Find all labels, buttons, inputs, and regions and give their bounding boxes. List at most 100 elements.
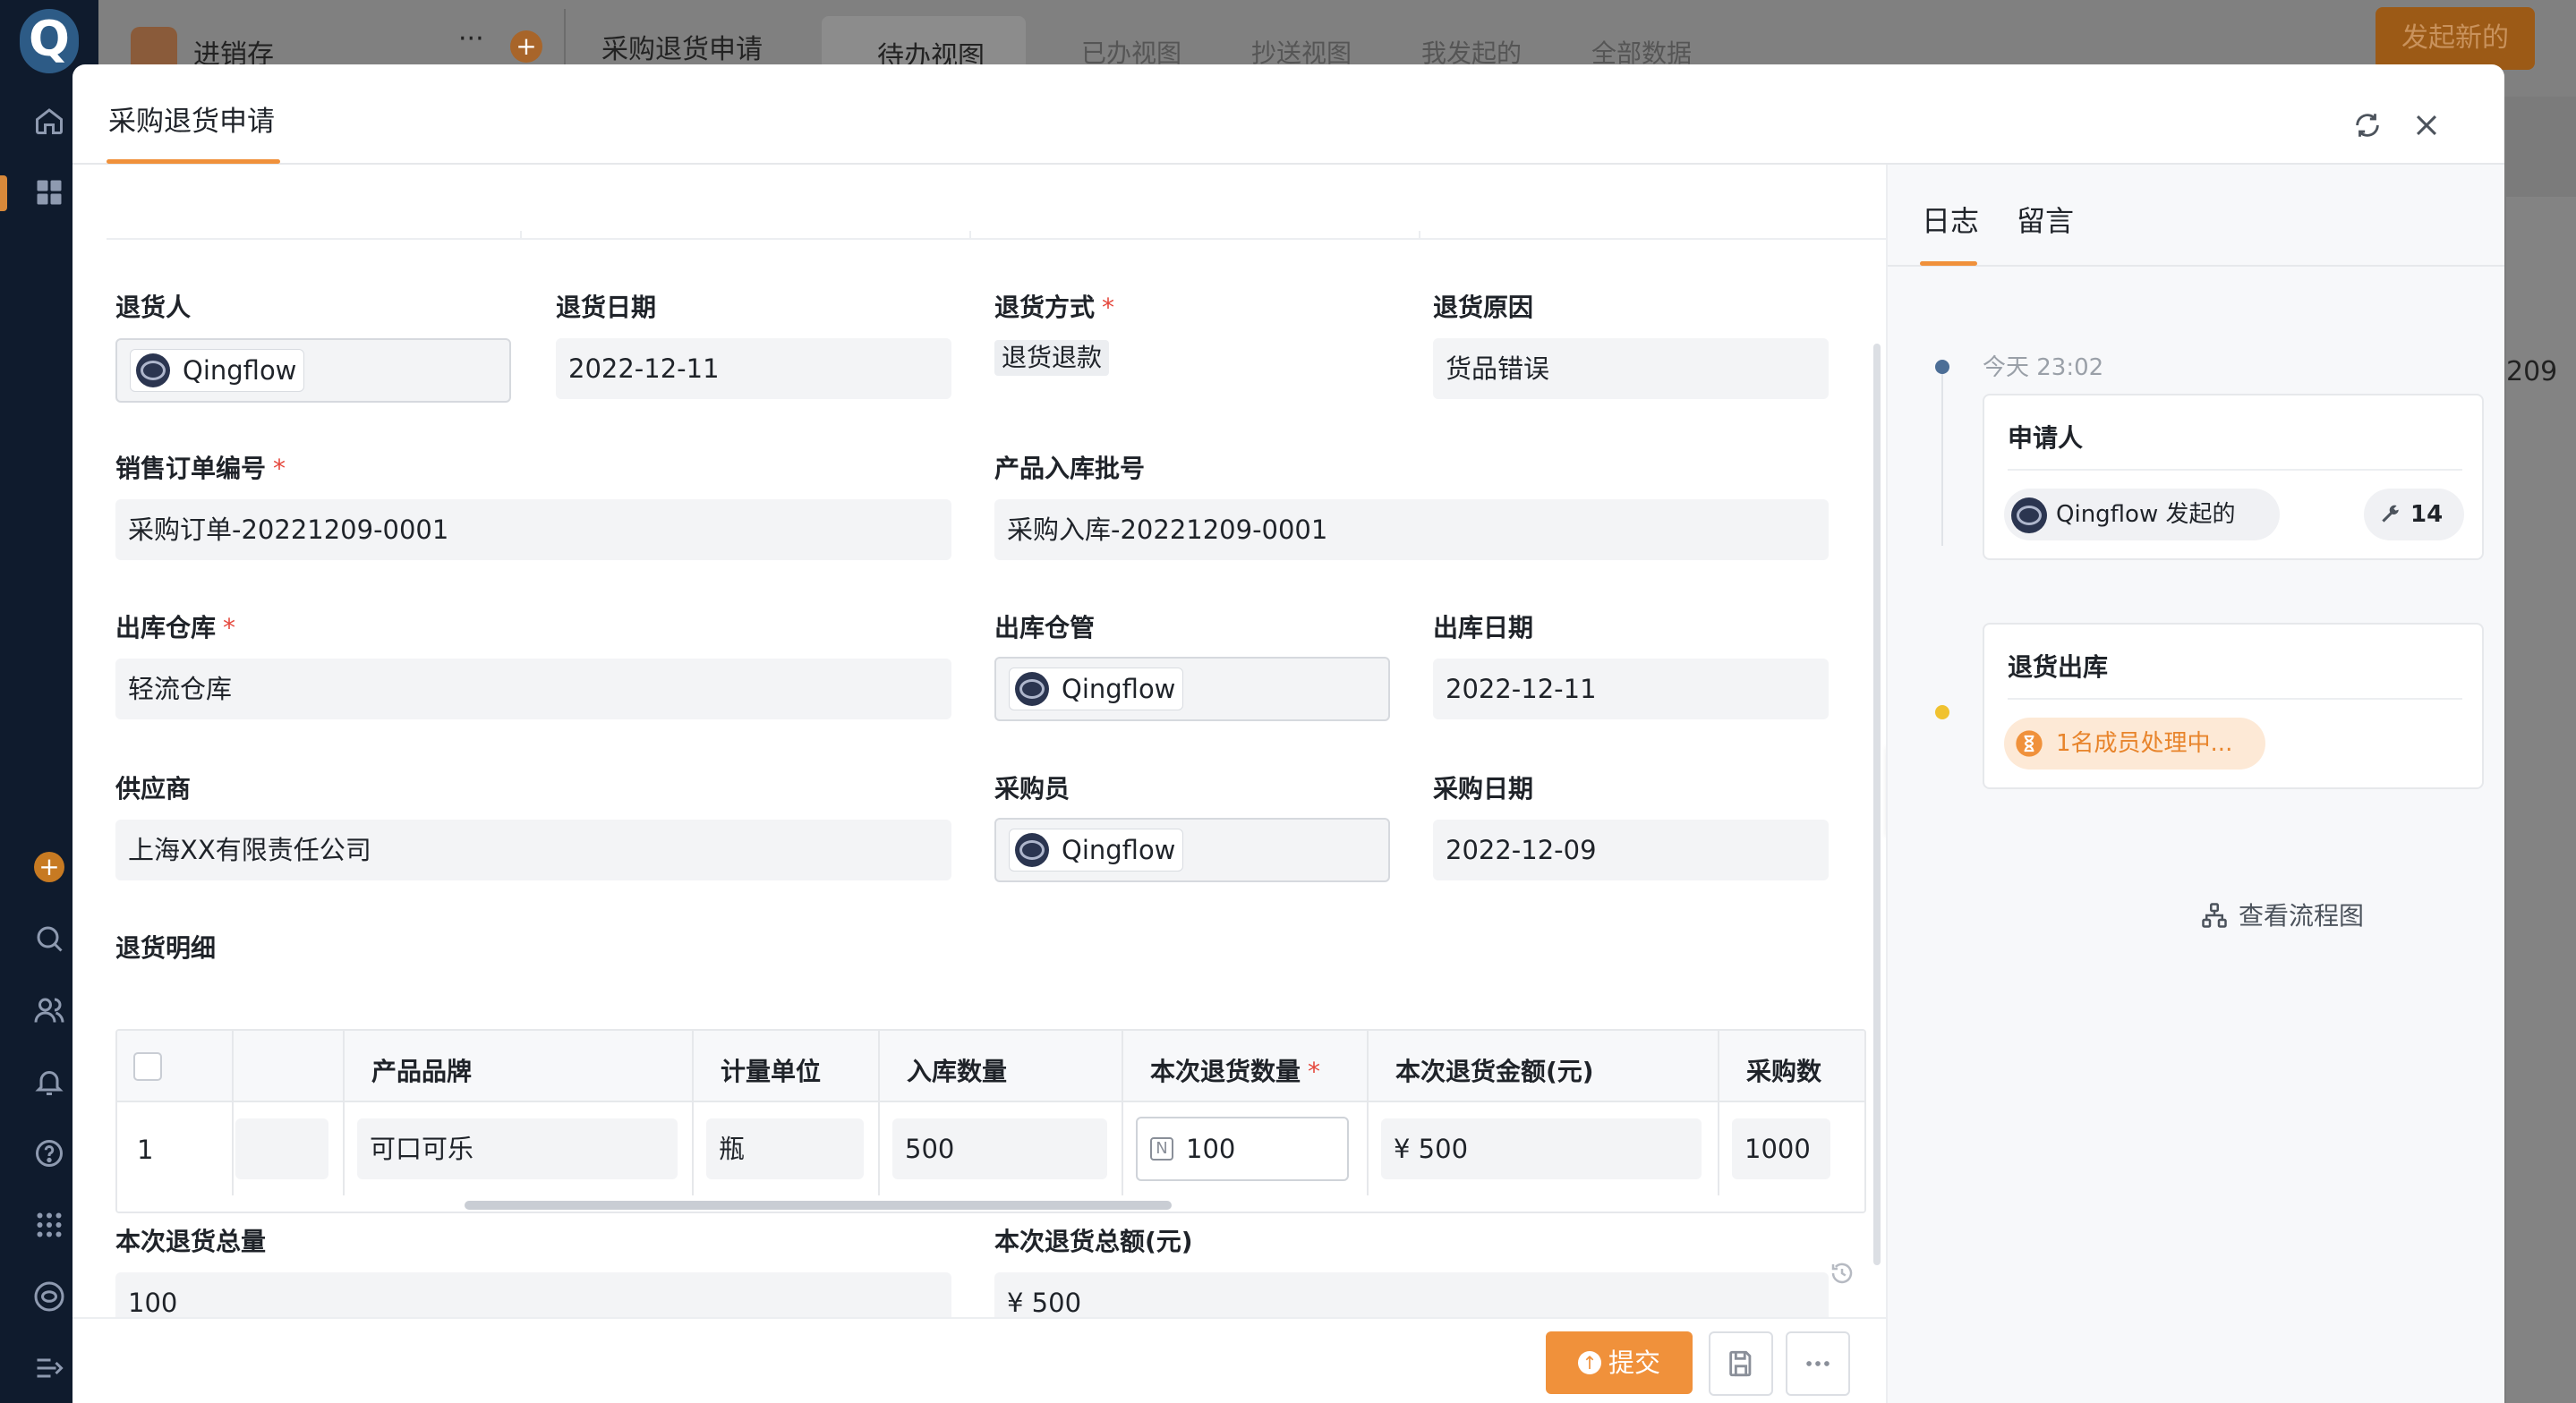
log-panel-tabs: 日志 留言: [1888, 165, 2504, 267]
supplier-label: 供应商: [115, 774, 192, 804]
member-chip[interactable]: Qingflow: [1009, 829, 1184, 872]
avatar: [136, 353, 170, 387]
return-reason-label: 退货原因: [1433, 293, 1534, 322]
inbound-batch-no-label: 产品入库批号: [994, 454, 1146, 483]
card-divider: [2008, 698, 2462, 700]
home-icon[interactable]: [32, 104, 66, 138]
inbound-qty-cell[interactable]: 500: [892, 1118, 1107, 1179]
total-qty-label: 本次退货总量: [115, 1227, 267, 1256]
return-date-label: 退货日期: [556, 293, 657, 322]
record-modal: 采购退货申请 退货人 Qingflow 退货日期 2022-12-11 退货方式…: [73, 64, 2504, 1403]
applicant-badge[interactable]: 14: [2364, 489, 2464, 540]
form-tab-separator: [520, 231, 522, 240]
row-index: 1: [137, 1135, 154, 1165]
col-header-inbound-qty: 入库数量: [907, 1057, 1008, 1086]
wrench-icon: [2382, 505, 2399, 523]
return-method-label: 退货方式 *: [994, 293, 1115, 322]
start-new-button[interactable]: 发起新的: [2376, 7, 2535, 70]
buyer-field[interactable]: Qingflow: [994, 818, 1390, 882]
more-apps-icon[interactable]: [32, 1208, 66, 1242]
col-header-purchase-qty: 采购数: [1746, 1057, 1822, 1086]
topbar-divider: [564, 9, 566, 66]
submit-button[interactable]: ↑ 提交: [1546, 1331, 1693, 1394]
inbound-batch-no-field[interactable]: 采购入库-20221209-0001: [994, 499, 1829, 560]
close-icon[interactable]: [2409, 107, 2444, 143]
hourglass-icon: [2016, 730, 2043, 757]
view-flowchart-link[interactable]: 查看流程图: [2201, 897, 2364, 932]
modal-header: 采购退货申请: [73, 64, 2504, 165]
supplier-field[interactable]: 上海XX有限责任公司: [115, 820, 951, 880]
outbound-warehouse-label: 出库仓库 *: [115, 613, 236, 642]
member-chip[interactable]: Qingflow: [1009, 667, 1184, 710]
bell-icon[interactable]: [32, 1065, 66, 1099]
contacts-icon[interactable]: [32, 993, 66, 1027]
return-date-field[interactable]: 2022-12-11: [556, 338, 951, 399]
applicant-title: 申请人: [2008, 423, 2084, 453]
create-plus-icon[interactable]: +: [34, 852, 64, 882]
timeline-dot: [1935, 705, 1949, 719]
total-amount-label: 本次退货总额(元): [994, 1227, 1193, 1256]
col-header-return-amount: 本次退货金额(元): [1395, 1057, 1594, 1086]
purchase-qty-cell[interactable]: 1000: [1732, 1118, 1830, 1179]
detail-title: 退货明细: [115, 933, 217, 963]
expand-nav-icon[interactable]: [32, 1351, 66, 1385]
background-cell-fragment: 209: [2506, 356, 2558, 387]
save-icon: [1729, 1350, 1752, 1377]
brand-cell[interactable]: 可口可乐: [357, 1118, 678, 1179]
outbound-date-field[interactable]: 2022-12-11: [1433, 659, 1829, 719]
nav-active-indicator: [0, 175, 7, 211]
apps-grid-icon[interactable]: [32, 175, 66, 209]
return-method-tag[interactable]: 退货退款: [994, 340, 1110, 376]
return-qty-input[interactable]: N 100: [1136, 1117, 1349, 1181]
returner-label: 退货人: [115, 293, 192, 322]
column-divider: [1367, 1031, 1369, 1195]
log-panel: 日志 留言 今天 23:02 申请人 Qingflow 发起的 14 退货出库: [1886, 165, 2504, 1403]
purchase-date-field[interactable]: 2022-12-09: [1433, 820, 1829, 880]
help-icon[interactable]: [32, 1136, 66, 1170]
sales-order-no-field[interactable]: 采购订单-20221209-0001: [115, 499, 951, 560]
avatar: [1015, 672, 1049, 706]
column-divider: [343, 1031, 345, 1195]
outbound-warehouse-field[interactable]: 轻流仓库: [115, 659, 951, 719]
app-more-icon[interactable]: ···: [458, 23, 484, 55]
form-area: 退货人 Qingflow 退货日期 2022-12-11 退货方式 * 退货退款 …: [73, 165, 1906, 1382]
outbound-date-label: 出库日期: [1433, 613, 1534, 642]
column-divider: [878, 1031, 880, 1195]
timeline-dot: [1935, 360, 1949, 374]
member-chip[interactable]: Qingflow: [130, 349, 305, 392]
modal-title-underline: [107, 159, 280, 164]
column-divider: [1718, 1031, 1719, 1195]
modal-title[interactable]: 采购退货申请: [108, 98, 275, 139]
app-add-icon[interactable]: +: [510, 30, 542, 63]
table-scrollbar-thumb[interactable]: [465, 1201, 1172, 1210]
more-actions-button[interactable]: [1786, 1331, 1850, 1396]
search-icon[interactable]: [32, 922, 66, 956]
column-divider: [1122, 1031, 1123, 1195]
view-title[interactable]: 采购退货申请: [601, 27, 763, 66]
warehouse-keeper-field[interactable]: Qingflow: [994, 657, 1390, 721]
hidden-column-cell[interactable]: [235, 1118, 328, 1179]
unit-cell[interactable]: 瓶: [706, 1118, 864, 1179]
form-tab-separator: [1419, 231, 1420, 240]
tab-comments[interactable]: 留言: [2017, 199, 2074, 240]
step-status-pill[interactable]: 1名成员处理中...: [2004, 718, 2265, 770]
number-field-icon: N: [1150, 1137, 1173, 1161]
tab-log[interactable]: 日志: [1922, 199, 1979, 240]
history-icon[interactable]: [1829, 1260, 1855, 1287]
save-draft-button[interactable]: [1709, 1331, 1773, 1396]
avatar: [1015, 833, 1049, 867]
returner-field[interactable]: Qingflow: [115, 338, 511, 403]
col-header-unit: 计量单位: [721, 1057, 822, 1086]
timeline-line: [1941, 367, 1943, 546]
form-tab-line: [107, 238, 1906, 240]
user-avatar-icon[interactable]: [32, 1280, 66, 1314]
return-amount-cell[interactable]: ¥ 500: [1381, 1118, 1702, 1179]
avatar: [2011, 497, 2047, 533]
return-reason-field[interactable]: 货品错误: [1433, 338, 1829, 399]
timeline-time: 今天 23:02: [1983, 354, 2104, 381]
refresh-icon[interactable]: [2350, 107, 2385, 143]
form-scrollbar[interactable]: [1873, 344, 1881, 1265]
select-all-checkbox[interactable]: [133, 1052, 162, 1081]
buyer-label: 采购员: [994, 774, 1070, 804]
applicant-pill[interactable]: Qingflow 发起的: [2004, 489, 2280, 540]
